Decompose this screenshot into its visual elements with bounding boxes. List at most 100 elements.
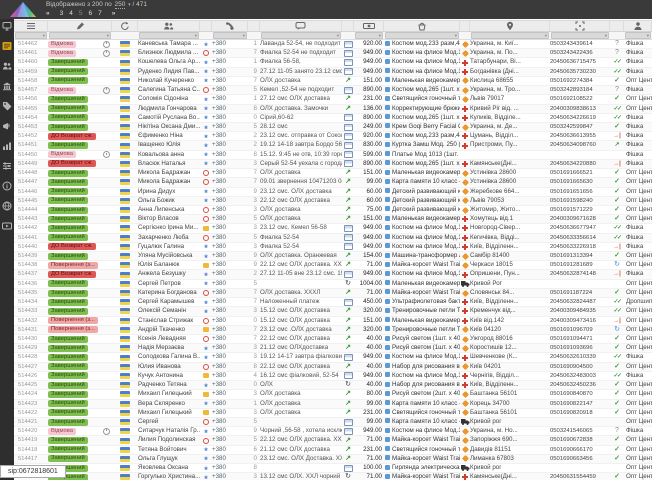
phone[interactable]: +380 — [212, 390, 248, 398]
tracking-number[interactable]: 20450636715475 — [550, 58, 610, 66]
phone[interactable]: +380 — [212, 280, 248, 288]
phone[interactable]: +380 — [212, 86, 248, 94]
phone[interactable]: +380 — [212, 418, 248, 426]
phone[interactable]: +380 — [212, 105, 248, 113]
phone[interactable]: +380 — [212, 381, 248, 389]
table-row[interactable]: 514423ЗавершенийВера Скляренко*+3801ОЛХ … — [14, 400, 652, 409]
phone[interactable]: +380 — [212, 243, 248, 251]
table-row[interactable]: 514455ЗавершенийЛюдмила Гончарова*+3808О… — [14, 105, 652, 114]
phone[interactable]: +380 — [212, 261, 248, 269]
table-row[interactable]: 514444ЗавершенийАнна Липенська+3803ОЛХ д… — [14, 206, 652, 215]
phone[interactable]: +380 — [212, 58, 248, 66]
table-row[interactable]: 514428ЗавершенийСолодкова Галина В...*+3… — [14, 353, 652, 362]
tracking-number[interactable]: 0501690672838 — [550, 436, 610, 444]
page-4-button[interactable]: 4 — [69, 10, 73, 17]
tracking-number[interactable]: 20450632610339 — [550, 353, 610, 361]
web-icon[interactable] — [2, 201, 12, 211]
table-row[interactable]: 514448ЗавершенийМикола Бадражан+3807ОЛХ … — [14, 169, 652, 178]
phone[interactable]: +380 — [212, 363, 248, 371]
tracking-number[interactable]: 0501690820918 — [550, 409, 610, 417]
tracking-number[interactable]: 20450634220880 — [550, 160, 610, 168]
tracking-number[interactable]: 20450632874148 — [550, 270, 610, 278]
list-icon[interactable] — [14, 21, 48, 31]
tracking-number[interactable]: 20400309473416 — [550, 317, 610, 325]
table-row[interactable]: 514421ЗавершенийСергей+380599.00Карта па… — [14, 418, 652, 427]
tracking-number[interactable]: 20450632450236 — [550, 381, 610, 389]
filter-name[interactable]: ▾ — [139, 32, 199, 39]
tag-icon[interactable] — [2, 101, 12, 111]
phone[interactable]: +380 — [212, 252, 248, 260]
company-icon[interactable] — [2, 81, 12, 91]
page-5-button[interactable]: 5 — [79, 10, 83, 17]
video-icon[interactable] — [2, 221, 12, 231]
manager-icon[interactable] — [624, 21, 652, 31]
tracking-number[interactable]: 0501691094471 — [550, 335, 610, 343]
table-row[interactable]: 514454ЗавершенийСамотій Руслана Во...*+3… — [14, 114, 652, 123]
table-row[interactable]: 514436ЗавершенийСергей Петров*+3805↻1004… — [14, 280, 652, 289]
phone-icon[interactable] — [212, 21, 248, 31]
table-row[interactable]: 514452ДО Возврат сж.Єфименко Ніна*+38022… — [14, 132, 652, 141]
table-row[interactable]: 514433ЗавершенийОлексій Семанін*+380315.… — [14, 307, 652, 316]
page-7-button[interactable]: 7 — [98, 10, 102, 17]
tracking-number[interactable]: 0501691665630 — [550, 178, 610, 186]
phone[interactable]: +380 — [212, 123, 248, 131]
phone[interactable]: +380 — [212, 77, 248, 85]
phone[interactable]: +380 — [212, 95, 248, 103]
phone[interactable]: +380 — [212, 353, 248, 361]
tracking-number[interactable]: 0503243422436 — [550, 49, 610, 57]
tracking-number[interactable]: 20450631554459 — [550, 473, 610, 480]
page-3-button[interactable]: 3 — [60, 10, 64, 17]
tracking-number[interactable]: 0501692274384 — [550, 77, 610, 85]
phone[interactable]: +380 — [212, 215, 248, 223]
table-row[interactable]: 514438Повернення (з...Юлія Баланюк+38092… — [14, 261, 652, 270]
table-row[interactable]: 514426ЗавершенийКучук Антонина+380416.12… — [14, 372, 652, 381]
location-pin-icon[interactable] — [470, 21, 550, 31]
table-row[interactable]: 514440ДО Возврат сж.Гуцалюк Галина*+3803… — [14, 243, 652, 252]
tracking-number[interactable]: 20450635730230 — [550, 68, 610, 76]
page-6-button[interactable]: 6 — [89, 10, 93, 17]
table-row[interactable]: 514417ЗавершенийОльга Глущук*+380023.12 … — [14, 455, 652, 464]
table-row[interactable]: 514443ЗавершенийВіктор Власов+3805ОЛХ до… — [14, 215, 652, 224]
table-row[interactable]: 514435ЗавершенийКатерина Богданова+3807О… — [14, 289, 652, 298]
tracking-number[interactable]: 0501691281689 — [550, 261, 610, 269]
table-row[interactable]: 514459ЗавершенийРуденко Лидия Пав...*+38… — [14, 68, 652, 77]
tracking-number[interactable]: 0501692108522 — [550, 95, 610, 103]
phone[interactable]: +380 — [212, 446, 248, 454]
edit-icon[interactable] — [48, 21, 112, 31]
tracking-number[interactable]: 0501691651656 — [550, 188, 610, 196]
tracking-number[interactable]: 20450633356614 — [550, 234, 610, 242]
contacts-icon[interactable] — [2, 61, 12, 71]
phone[interactable]: +380 — [212, 188, 248, 196]
tracking-number[interactable]: 20450633226918 — [550, 243, 610, 251]
tracking-number[interactable]: 0501690904500 — [550, 363, 610, 371]
table-row[interactable]: 514427ЗавершенийЮлия Иванова+380822.12 с… — [14, 363, 652, 372]
phone[interactable]: +380 — [212, 197, 248, 205]
campaign-icon[interactable] — [2, 121, 12, 131]
tracking-number[interactable]: 0501691187224 — [550, 289, 610, 297]
table-row[interactable]: 514432Повернення (з...Станіслав Стрижак+… — [14, 317, 652, 326]
table-row[interactable]: 514424ЗавершенийМихаил Гилецький+3803ОЛХ… — [14, 390, 652, 399]
phone[interactable]: +380 — [212, 464, 248, 472]
table-row[interactable]: 514429ЗавершенийНадія Мерзаєва*+380321.1… — [14, 344, 652, 353]
app-logo[interactable] — [0, 0, 46, 19]
phone[interactable]: +380 — [212, 178, 248, 186]
table-row[interactable]: 514439ЗавершенийУляна Мусійовська*+3809О… — [14, 252, 652, 261]
tracking-number[interactable]: 0503242893184 — [550, 86, 610, 94]
orders-list-icon[interactable] — [2, 41, 12, 51]
tracking-number[interactable]: 0501691571229 — [550, 206, 610, 214]
tracking-number[interactable]: 0501691313394 — [550, 252, 610, 260]
basket-icon[interactable] — [384, 21, 460, 31]
table-row[interactable]: 514430ЗавершенийКсенія Левадняя+380722.1… — [14, 335, 652, 344]
monitor-icon[interactable] — [2, 21, 12, 31]
tracking-number[interactable]: 20400309484935 — [550, 307, 610, 315]
table-row[interactable]: 514437ДО Возврат сж.Анжела Безушку*+3802… — [14, 270, 652, 279]
sliders-icon[interactable] — [2, 161, 12, 171]
page-size-dropdown[interactable]: 250 — [115, 1, 126, 9]
tracking-number[interactable]: 0501690822147 — [550, 400, 610, 408]
contacts-icon[interactable] — [138, 21, 200, 31]
tracking-number[interactable] — [550, 151, 610, 159]
table-row[interactable]: 514434ЗавершенийСергей Карамышев*+3807На… — [14, 298, 652, 307]
tracking-number[interactable]: 20450636677947 — [550, 224, 610, 232]
table-row[interactable]: 514462ВідмоваКаневська Тамара ...*+3801Л… — [14, 40, 652, 49]
phone[interactable]: +380 — [212, 289, 248, 297]
